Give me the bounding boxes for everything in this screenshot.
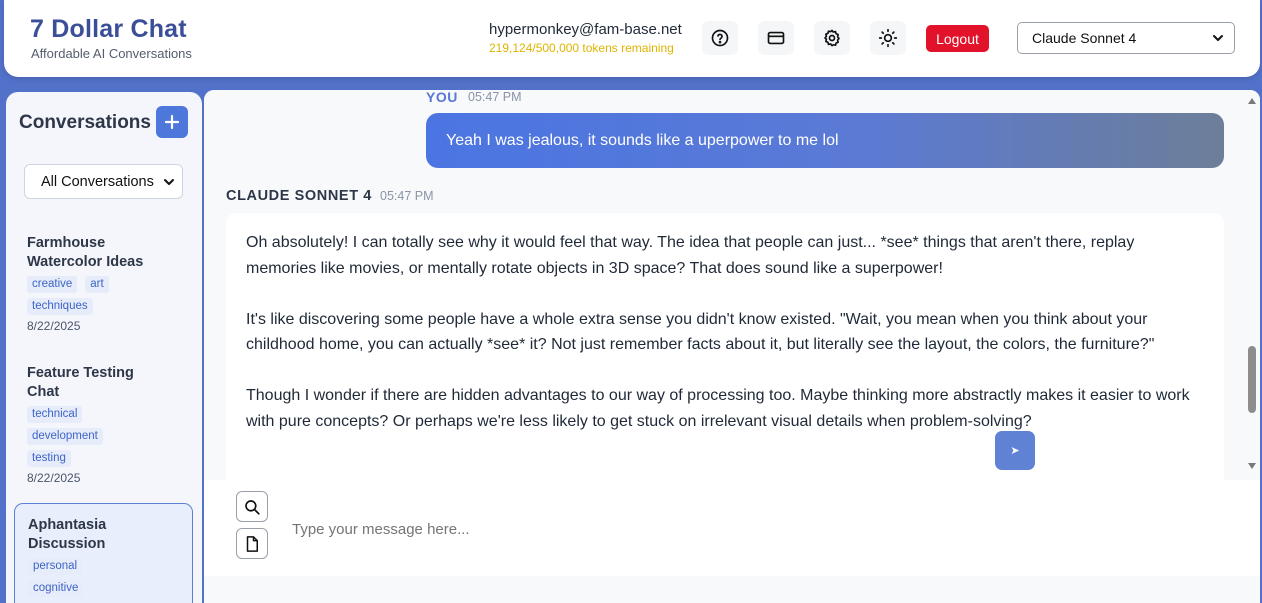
tag[interactable]: personal [28,558,83,575]
user-message-bubble: Yeah I was jealous, it sounds like a upe… [426,113,1224,168]
conversation-filter-select[interactable]: All Conversations [24,164,183,199]
message-composer [204,480,1260,576]
ai-message-paragraph: It's like discovering some people have a… [246,310,1155,354]
conversation-tags: creative art techniques [27,276,180,320]
scroll-up-arrow-icon[interactable] [1248,98,1256,104]
filter-select-value: All Conversations [41,173,154,190]
tag[interactable]: creative [27,276,78,293]
ai-message-bubble: Oh absolutely! I can totally see why it … [226,213,1224,480]
tag[interactable]: art [85,276,109,293]
conversation-title: Farmhouse Watercolor Ideas [27,235,144,270]
new-conversation-button[interactable] [156,106,188,138]
user-sender-label: YOU [426,90,458,105]
conversation-item[interactable]: Farmhouse Watercolor Ideas creative art … [14,234,193,333]
message-scrollbar[interactable] [1244,90,1260,480]
user-message-text: Yeah I was jealous, it sounds like a upe… [446,131,839,149]
logout-button[interactable]: Logout [926,25,989,52]
conversation-date: 8/22/2025 [27,319,81,333]
ai-sender-label: CLAUDE SONNET 4 [226,188,372,204]
search-icon [245,499,260,515]
tokens-remaining: 219,124/500,000 tokens remaining [489,41,674,55]
ai-message-time: 05:47 PM [380,189,434,203]
tag[interactable]: cognitive [28,580,84,597]
send-button[interactable]: ➤ [995,431,1035,470]
sidebar-title: Conversations [19,112,151,133]
conversation-title: Aphantasia Discussion [28,517,107,552]
billing-card-icon [767,31,785,45]
theme-toggle-button[interactable] [870,21,906,55]
attach-file-button[interactable] [236,528,268,559]
conversation-tags: personal cognitive [28,558,108,602]
tag[interactable]: development [27,428,103,445]
app-subtitle: Affordable AI Conversations [31,46,192,61]
scroll-down-arrow-icon[interactable] [1248,463,1256,469]
theme-sun-icon [878,28,898,48]
message-list: YOU 05:47 PM Yeah I was jealous, it soun… [204,90,1260,480]
tag[interactable]: techniques [27,298,93,315]
app-header: 7 Dollar Chat Affordable AI Conversation… [4,0,1260,77]
search-button[interactable] [236,491,268,522]
tag[interactable]: technical [27,406,83,423]
user-email: hypermonkey@fam-base.net [489,21,682,38]
settings-button[interactable] [814,21,850,55]
settings-gear-icon [824,29,840,47]
ai-message-paragraph: Though I wonder if there are hidden adva… [246,387,1190,430]
billing-button[interactable] [758,21,794,55]
message-input[interactable] [292,514,1182,544]
app-title: 7 Dollar Chat [30,15,187,43]
tag[interactable]: testing [27,450,71,467]
send-arrow-icon: ➤ [1010,445,1020,457]
chat-panel: YOU 05:47 PM Yeah I was jealous, it soun… [204,90,1260,603]
ai-message-paragraph: Oh absolutely! I can totally see why it … [246,234,1135,277]
conversation-date: 8/22/2025 [27,471,81,485]
conversation-item[interactable]: Feature Testing Chat technical developme… [14,364,193,485]
conversation-item-active[interactable]: Aphantasia Discussion personal cognitive [14,503,193,603]
plus-icon [164,114,180,130]
user-message-time: 05:47 PM [468,90,522,104]
chevron-down-icon [164,179,174,185]
conversation-tags: technical development testing [27,406,127,472]
help-button[interactable] [702,21,738,55]
model-select[interactable]: Claude Sonnet 4 [1017,22,1235,54]
help-icon [711,29,729,47]
model-select-value: Claude Sonnet 4 [1032,30,1137,46]
chevron-down-icon [1213,35,1223,41]
conversations-sidebar: Conversations All Conversations Farmhous… [6,92,202,603]
scrollbar-thumb[interactable] [1248,346,1256,413]
file-icon [246,535,258,552]
conversation-title: Feature Testing Chat [27,365,134,400]
